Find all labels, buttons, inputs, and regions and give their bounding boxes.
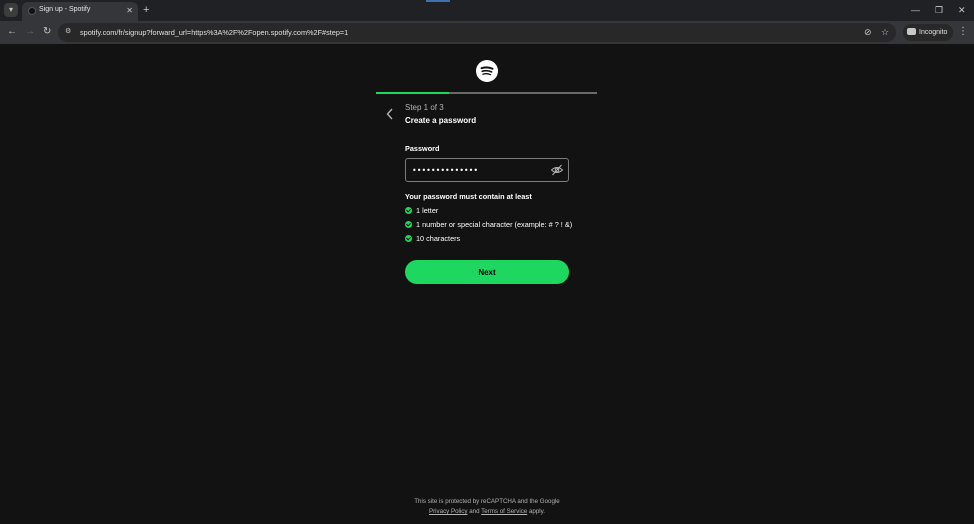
requirement-item: 1 number or special character (example: … — [405, 220, 572, 229]
close-tab-icon[interactable]: ✕ — [126, 5, 133, 16]
back-button[interactable] — [383, 106, 397, 122]
minimize-icon[interactable]: — — [911, 3, 920, 17]
url-text[interactable]: spotify.com/fr/signup?forward_url=https%… — [80, 28, 348, 37]
incognito-icon — [907, 28, 916, 35]
browser-menu-icon[interactable]: ⋮ — [958, 25, 968, 39]
spotify-favicon-icon — [28, 7, 36, 15]
spotify-logo-icon[interactable] — [476, 60, 498, 82]
site-info-icon[interactable]: ⚙ — [65, 27, 75, 37]
privacy-policy-link[interactable]: Privacy Policy — [429, 508, 468, 515]
check-circle-icon — [405, 207, 412, 214]
chevron-left-icon — [386, 108, 393, 120]
browser-toolbar: ← → ↻ ⚙ spotify.com/fr/signup?forward_ur… — [0, 21, 974, 44]
bookmark-star-icon[interactable]: ☆ — [881, 26, 889, 39]
address-bar[interactable]: ⚙ spotify.com/fr/signup?forward_url=http… — [58, 23, 896, 42]
tab-strip-accent — [426, 0, 450, 2]
close-window-icon[interactable]: ✕ — [958, 3, 966, 17]
password-requirements-title: Your password must contain at least — [405, 192, 532, 201]
footer-and: and — [469, 508, 480, 515]
recaptcha-text: This site is protected by reCAPTCHA and … — [414, 498, 560, 505]
password-input[interactable] — [405, 158, 569, 182]
new-tab-icon[interactable]: + — [143, 3, 149, 17]
password-label: Password — [405, 144, 440, 153]
footer-apply: apply. — [528, 508, 546, 515]
eye-off-icon[interactable]: ⊘ — [864, 26, 872, 39]
step-indicator: Step 1 of 3 — [405, 103, 444, 112]
incognito-label: Incognito — [919, 29, 948, 36]
tab-strip: ▾ Sign up - Spotify ✕ + — ❐ ✕ — [0, 0, 974, 21]
back-arrow-icon[interactable]: ← — [7, 25, 17, 39]
terms-of-service-link[interactable]: Terms of Service — [481, 508, 527, 515]
tab-title: Sign up - Spotify — [39, 6, 91, 13]
signup-progress-bar — [376, 92, 597, 94]
next-button[interactable]: Next — [405, 260, 569, 284]
signup-page: Step 1 of 3 Create a password Password Y… — [0, 44, 974, 524]
check-circle-icon — [405, 221, 412, 228]
incognito-badge[interactable]: Incognito — [903, 24, 954, 41]
requirement-text: 1 letter — [416, 206, 439, 215]
toggle-password-visibility-button[interactable] — [550, 163, 564, 177]
requirement-text: 1 number or special character (example: … — [416, 220, 573, 229]
browser-tab[interactable]: Sign up - Spotify ✕ — [22, 2, 138, 21]
signup-progress-fill — [376, 92, 449, 94]
forward-arrow-icon[interactable]: → — [25, 25, 35, 39]
requirement-item: 1 letter — [405, 206, 438, 215]
requirement-item: 10 characters — [405, 234, 460, 243]
check-circle-icon — [405, 235, 412, 242]
eye-slash-icon — [550, 164, 564, 176]
restore-icon[interactable]: ❐ — [935, 3, 943, 17]
recaptcha-notice: This site is protected by reCAPTCHA and … — [0, 497, 974, 517]
requirement-text: 10 characters — [416, 234, 461, 243]
reload-icon[interactable]: ↻ — [43, 25, 51, 39]
step-title: Create a password — [405, 116, 477, 125]
tab-search-icon[interactable]: ▾ — [4, 3, 18, 17]
